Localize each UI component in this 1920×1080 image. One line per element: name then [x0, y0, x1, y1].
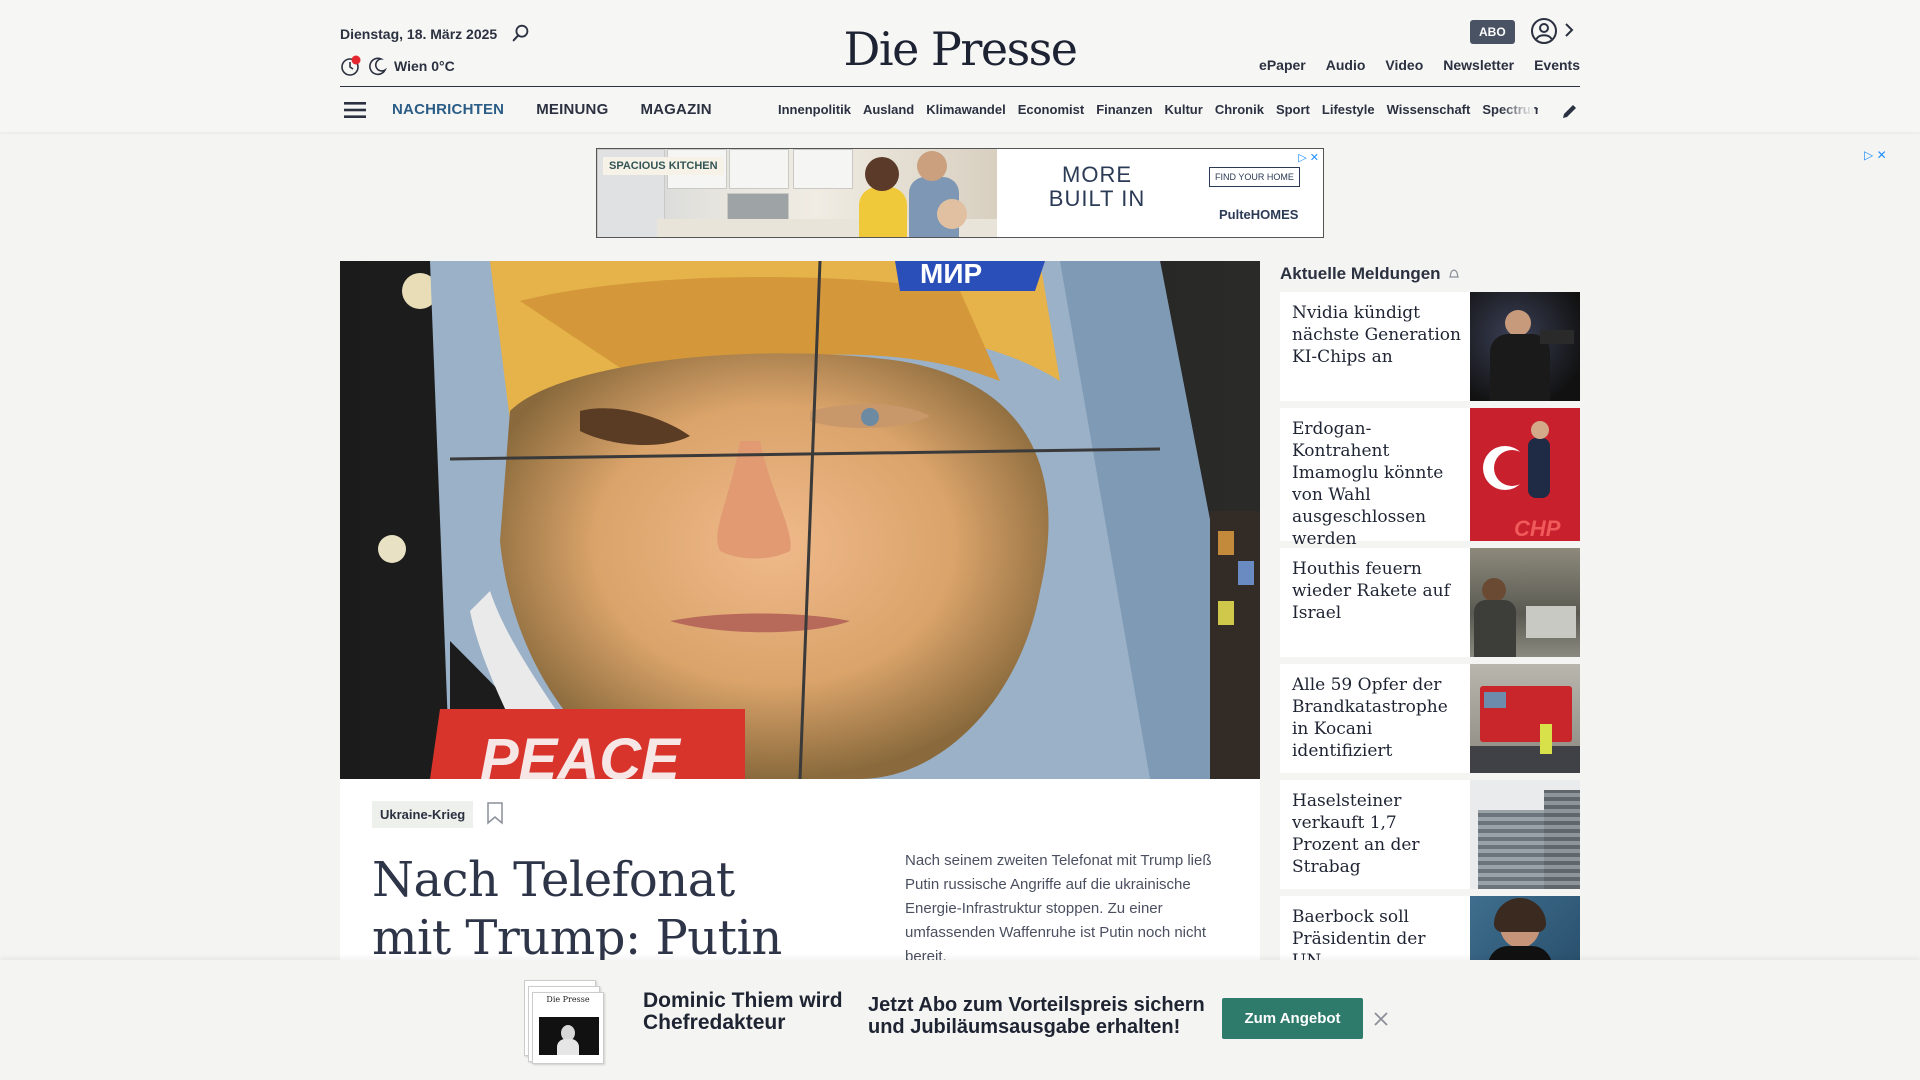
news-thumb-houthis — [1470, 548, 1580, 657]
news-item[interactable]: Nvidia kündigt nächste Generation KI-Chi… — [1280, 292, 1580, 401]
top-links: ePaper Audio Video Newsletter Events — [1259, 57, 1580, 73]
newspaper-stack-image: Die Presse — [524, 980, 604, 1064]
weather-text: Wien 0°C — [394, 58, 455, 74]
nav-nachrichten[interactable]: NACHRICHTEN — [392, 101, 504, 118]
mini-logo: Die Presse — [546, 995, 590, 1004]
search-icon[interactable] — [510, 22, 532, 44]
chevron-right-icon[interactable] — [1562, 20, 1576, 40]
image-text-top: МИР — [920, 261, 982, 289]
news-item[interactable]: Houthis feuern wieder Rakete auf Israel — [1280, 548, 1580, 657]
subnav-ausland[interactable]: Ausland — [863, 102, 914, 117]
ad-cta-button[interactable]: FIND YOUR HOME — [1209, 167, 1300, 187]
link-video[interactable]: Video — [1385, 57, 1423, 73]
site-header: Dienstag, 18. März 2025 Wien 0°C Die Pre… — [0, 0, 1920, 132]
news-item-text: Houthis feuern wieder Rakete auf Israel — [1292, 559, 1450, 623]
header-divider — [340, 86, 1580, 87]
sidebar-title: Aktuelle Meldungen — [1280, 261, 1580, 287]
section-nav: Innenpolitik Ausland Klimawandel Economi… — [778, 102, 1538, 117]
offer-button[interactable]: Zum Angebot — [1222, 998, 1363, 1039]
news-item-text: Nvidia kündigt nächste Generation KI-Chi… — [1292, 303, 1461, 367]
news-item-text: Erdogan-Kontrahent Imamoglu könnte von W… — [1292, 419, 1444, 549]
news-thumb-kocani — [1470, 664, 1580, 773]
ad-kitchen-image: SPACIOUS KITCHEN — [597, 149, 997, 237]
link-newsletter[interactable]: Newsletter — [1443, 57, 1514, 73]
link-events[interactable]: Events — [1534, 57, 1580, 73]
ad-copy-line2: BUILT IN — [1048, 186, 1146, 212]
latest-news-sidebar: Aktuelle Meldungen Nvidia kündigt nächst… — [1280, 261, 1580, 1015]
news-item[interactable]: Erdogan-Kontrahent Imamoglu könnte von W… — [1280, 408, 1580, 549]
history-icon[interactable] — [340, 55, 362, 77]
subnav-innenpolitik[interactable]: Innenpolitik — [778, 102, 851, 117]
banner-ad[interactable]: SPACIOUS KITCHEN MORE BUILT IN FIND YOUR… — [596, 148, 1324, 238]
news-thumb-nvidia — [1470, 292, 1580, 401]
news-thumb-strabag — [1470, 780, 1580, 889]
nav-magazin[interactable]: MAGAZIN — [640, 101, 711, 118]
lead-image[interactable]: МИР PEACE — [340, 261, 1260, 779]
lead-body: Ukraine-Krieg Nach Telefonat mit Trump: … — [340, 779, 1260, 1024]
nav-meinung[interactable]: MEINUNG — [536, 101, 608, 118]
bell-icon[interactable] — [1447, 267, 1461, 281]
lead-article[interactable]: МИР PEACE Ukraine-Krieg Nach Telefonat m… — [340, 261, 1260, 1024]
news-item[interactable]: Haselsteiner verkauft 1,7 Prozent an der… — [1280, 780, 1580, 889]
subnav-wissenschaft[interactable]: Wissenschaft — [1387, 102, 1471, 117]
close-icon[interactable] — [1372, 1010, 1390, 1028]
user-account-icon[interactable] — [1530, 17, 1558, 45]
main-nav: NACHRICHTEN MEINUNG MAGAZIN — [392, 101, 712, 118]
news-item[interactable]: Alle 59 Opfer der Brandkatastrophe in Ko… — [1280, 664, 1580, 773]
news-thumb-turkey: CHP — [1470, 408, 1580, 541]
ad-brand: PulteHOMES — [1219, 207, 1299, 222]
sidebar-title-text: Aktuelle Meldungen — [1280, 264, 1441, 283]
news-item-text: Haselsteiner verkauft 1,7 Prozent an der… — [1292, 791, 1420, 877]
subnav-sport[interactable]: Sport — [1276, 102, 1310, 117]
pencil-icon[interactable] — [1560, 101, 1580, 121]
ad-copy-line1: MORE — [1062, 162, 1132, 187]
current-date: Dienstag, 18. März 2025 — [340, 26, 498, 42]
subnav-finanzen[interactable]: Finanzen — [1096, 102, 1152, 117]
painted-mural-image: МИР PEACE — [340, 261, 1260, 779]
weather-widget[interactable]: Wien 0°C — [340, 55, 455, 77]
subnav-lifestyle[interactable]: Lifestyle — [1322, 102, 1375, 117]
hamburger-menu-icon[interactable] — [344, 100, 366, 120]
topic-tag[interactable]: Ukraine-Krieg — [372, 801, 474, 828]
moon-icon — [369, 57, 388, 76]
thumb-text: CHP — [1514, 516, 1561, 541]
subnav-fade — [1500, 96, 1534, 122]
image-text-bottom: PEACE — [480, 727, 682, 779]
ad-copy: MORE BUILT IN — [997, 162, 1197, 212]
ad-choices-icon[interactable]: ▷ ✕ — [1298, 151, 1319, 164]
ad-tag: SPACIOUS KITCHEN — [603, 157, 724, 175]
ad-close-icon[interactable]: ▷ ✕ — [1864, 148, 1887, 162]
bookmark-icon[interactable] — [486, 801, 504, 825]
header-inner: Dienstag, 18. März 2025 Wien 0°C Die Pre… — [340, 0, 1580, 132]
lead-teaser: Nach seinem zweiten Telefonat mit Trump … — [905, 852, 1212, 965]
subscription-banner: Die Presse Dominic Thiem wird Chefredakt… — [0, 960, 1920, 1080]
link-epaper[interactable]: ePaper — [1259, 57, 1306, 73]
subnav-klimawandel[interactable]: Klimawandel — [926, 102, 1005, 117]
subnav-economist[interactable]: Economist — [1018, 102, 1084, 117]
news-item-text: Alle 59 Opfer der Brandkatastrophe in Ko… — [1292, 675, 1448, 761]
banner-headline: Dominic Thiem wird Chefredakteur — [643, 989, 843, 1034]
subnav-chronik[interactable]: Chronik — [1215, 102, 1264, 117]
link-audio[interactable]: Audio — [1326, 57, 1366, 73]
subnav-kultur[interactable]: Kultur — [1165, 102, 1203, 117]
site-logo[interactable]: Die Presse — [843, 22, 1078, 76]
abo-button[interactable]: ABO — [1470, 20, 1515, 44]
banner-offer: Jetzt Abo zum Vorteilspreis sichern und … — [868, 994, 1205, 1038]
